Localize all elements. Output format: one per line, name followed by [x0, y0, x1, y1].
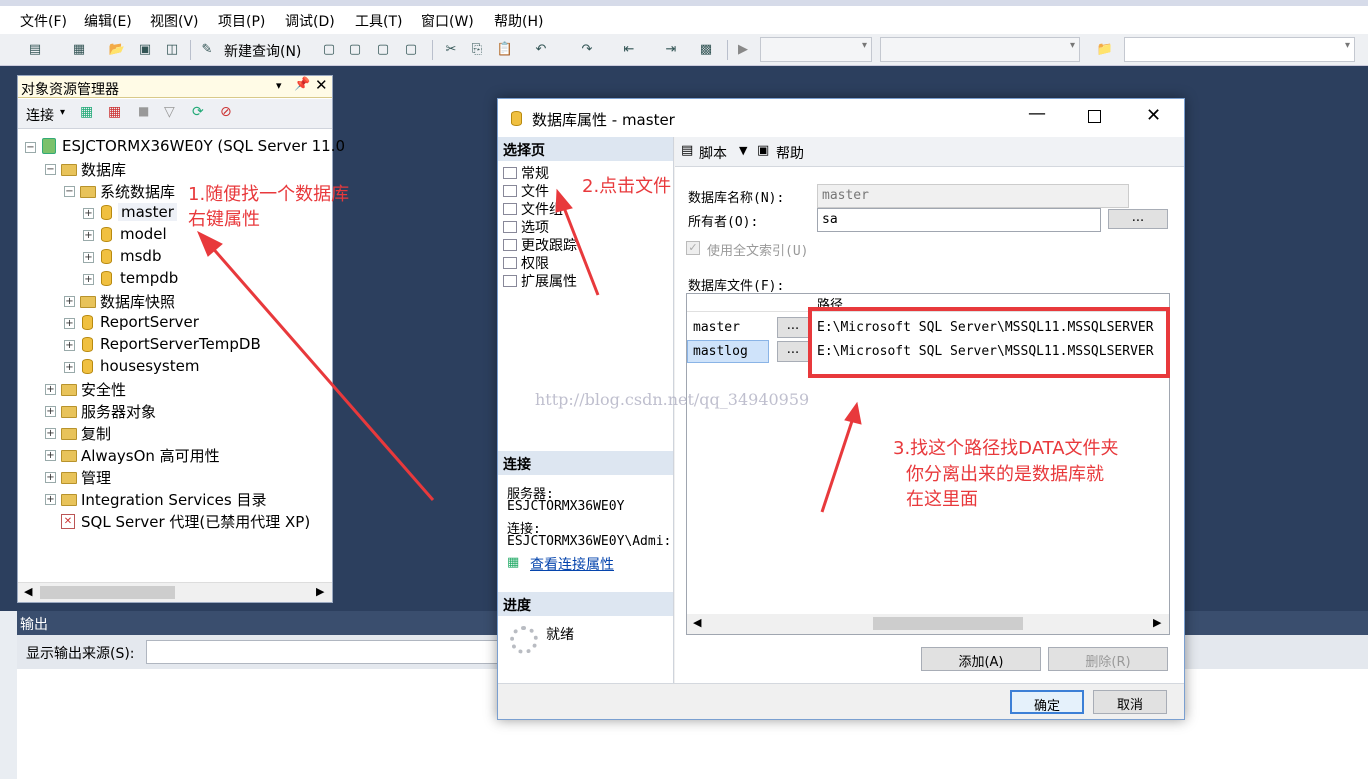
annotation-arrows — [197, 188, 862, 513]
arrow-3-shaft — [820, 417, 855, 513]
arrow-2-head — [555, 188, 573, 213]
arrow-1-shaft — [208, 244, 435, 501]
arrow-3-head — [844, 401, 862, 425]
arrow-2-shaft — [561, 204, 600, 296]
